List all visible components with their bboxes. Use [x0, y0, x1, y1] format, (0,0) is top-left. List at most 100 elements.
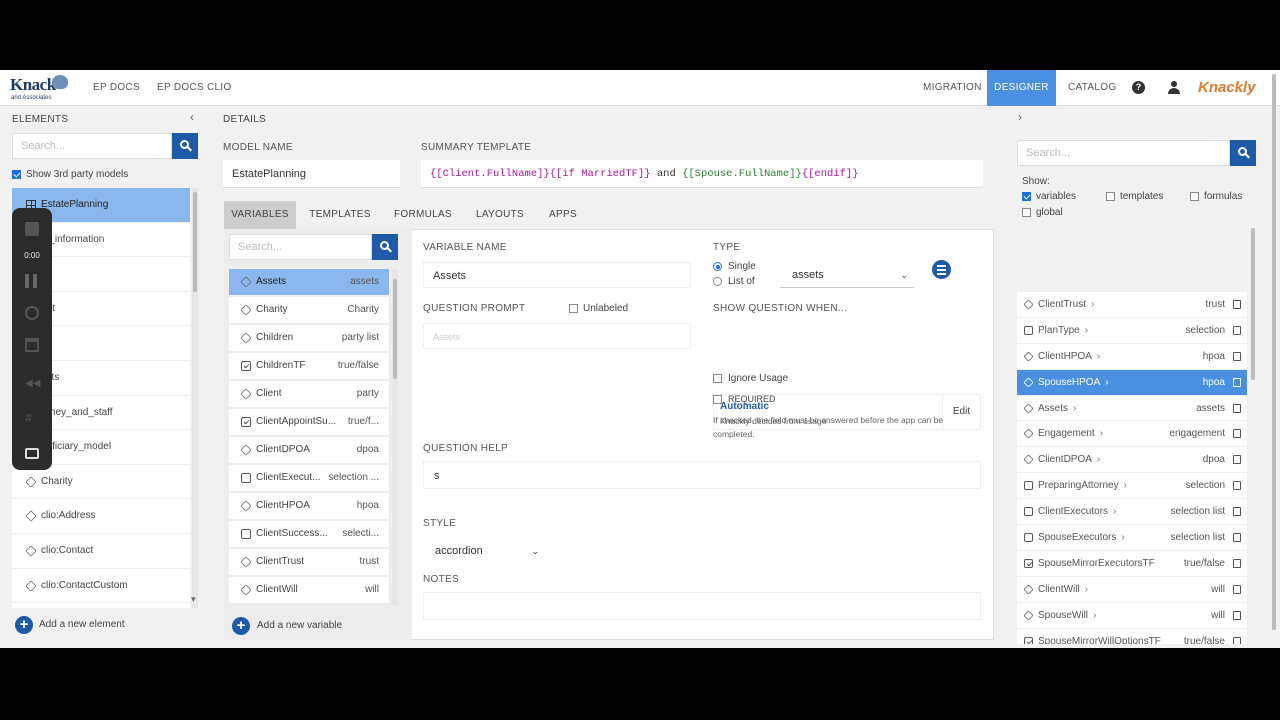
catalog-item[interactable]: SpouseHPOA › hpoa [1017, 369, 1247, 396]
catalog-item[interactable]: SpouseMirrorWillOptionsTF true/false [1017, 628, 1247, 644]
variable-item[interactable]: Children party list [229, 325, 389, 353]
collapse-right-chevron-icon[interactable]: › [1018, 110, 1022, 124]
catalog-item[interactable]: PreparingAttorney › selection [1017, 473, 1247, 500]
variable-item[interactable]: ChildrenTF true/false [229, 353, 389, 381]
copy-icon[interactable] [1233, 584, 1241, 594]
catalog-item[interactable]: PlanType › selection [1017, 317, 1247, 344]
catalog-item[interactable]: SpouseExecutors › selection list [1017, 525, 1247, 551]
style-select[interactable]: accordion ⌄ [423, 538, 545, 564]
elements-search-button[interactable] [172, 133, 198, 159]
type-menu-icon[interactable] [932, 260, 951, 279]
copy-icon[interactable] [1233, 403, 1241, 413]
add-variable-icon[interactable]: + [232, 617, 250, 635]
question-prompt-input[interactable]: Assets [423, 323, 691, 349]
chevron-right-icon[interactable]: › [1085, 325, 1088, 336]
add-variable-button[interactable]: Add a new variable [257, 620, 342, 631]
variable-item[interactable]: ClientExecut... selection ... [229, 465, 389, 493]
show-3rd-party-checkbox[interactable] [12, 170, 21, 179]
type-select[interactable]: assets ⌄ [780, 262, 914, 288]
user-icon[interactable] [1168, 81, 1180, 95]
right-scrollbar[interactable] [1250, 224, 1256, 642]
chevron-right-icon[interactable]: › [1105, 377, 1108, 388]
copy-icon[interactable] [1233, 455, 1241, 465]
copy-icon[interactable] [1233, 377, 1241, 387]
copy-icon[interactable] [1233, 533, 1241, 543]
model-name-input[interactable]: EstatePlanning [223, 160, 400, 188]
list-of-radio[interactable] [713, 277, 722, 286]
tab-formulas[interactable]: FORMULAS [388, 201, 458, 229]
nav-ep-docs[interactable]: EP DOCS [93, 70, 140, 106]
nav-catalog[interactable]: CATALOG [1068, 70, 1116, 106]
variable-item[interactable]: ClientDPOA dpoa [229, 437, 389, 465]
variable-item[interactable]: Client party [229, 381, 389, 409]
chevron-right-icon[interactable]: › [1097, 351, 1100, 362]
knack-logo[interactable]: Knack and Associates [10, 75, 70, 101]
summary-template-input[interactable]: {[Client.FullName]}{[if MarriedTF]} and … [421, 160, 983, 188]
element-item[interactable]: clio:Contact [12, 534, 190, 569]
unlabeled-checkbox[interactable] [569, 304, 578, 313]
variables-search-input[interactable]: Search... [229, 234, 372, 260]
catalog-item[interactable]: Engagement › engagement [1017, 421, 1247, 448]
elements-search-input[interactable]: Search... [12, 133, 172, 159]
tab-apps[interactable]: APPS [542, 201, 584, 229]
variables-scrollbar[interactable] [392, 269, 398, 605]
collapse-left-chevron-icon[interactable]: ‹ [190, 110, 194, 124]
single-radio[interactable] [713, 262, 722, 271]
catalog-item[interactable]: Assets › assets [1017, 395, 1247, 422]
chevron-right-icon[interactable]: › [1093, 610, 1096, 621]
camera-icon[interactable] [25, 448, 39, 459]
ignore-usage-checkbox[interactable] [713, 374, 722, 383]
filter-templates-checkbox[interactable] [1106, 192, 1115, 201]
right-search-button[interactable] [1230, 140, 1256, 166]
question-help-input[interactable]: s [423, 461, 981, 489]
elements-scrollbar[interactable] [192, 188, 198, 608]
chevron-right-icon[interactable]: › [1073, 403, 1076, 414]
variable-item[interactable]: Assets assets [229, 269, 389, 297]
tab-variables[interactable]: VARIABLES [224, 201, 296, 229]
element-item[interactable]: clio:ContactCustom [12, 569, 190, 604]
catalog-item[interactable]: ClientHPOA › hpoa [1017, 343, 1247, 370]
variables-search-button[interactable] [372, 234, 398, 260]
variable-item[interactable]: ClientSuccess... selecti... [229, 521, 389, 549]
chevron-right-icon[interactable]: › [1091, 299, 1094, 310]
trash-icon[interactable] [25, 338, 39, 352]
pause-icon[interactable] [25, 274, 37, 288]
nav-ep-docs-clio[interactable]: EP DOCS CLIO [157, 70, 232, 106]
grid-icon[interactable]: # [25, 410, 39, 425]
variable-item[interactable]: ClientHPOA hpoa [229, 493, 389, 521]
notes-input[interactable] [423, 592, 981, 620]
copy-icon[interactable] [1233, 325, 1241, 335]
copy-icon[interactable] [1233, 429, 1241, 439]
chevron-right-icon[interactable]: › [1113, 506, 1116, 517]
catalog-item[interactable]: ClientTrust › trust [1017, 292, 1247, 318]
page-scrollbar[interactable] [1271, 70, 1277, 640]
catalog-item[interactable]: SpouseWill › will [1017, 602, 1247, 629]
variable-name-input[interactable]: Assets [423, 262, 691, 288]
rewind-icon[interactable]: ◀◀ [25, 378, 40, 392]
nav-migration[interactable]: MIGRATION [923, 70, 982, 106]
chevron-right-icon[interactable]: › [1100, 428, 1103, 439]
catalog-item[interactable]: ClientWill › will [1017, 576, 1247, 603]
chevron-right-icon[interactable]: › [1121, 532, 1124, 543]
catalog-item[interactable]: SpouseMirrorExecutorsTF true/false [1017, 550, 1247, 577]
nav-designer[interactable]: DESIGNER [987, 70, 1056, 106]
variable-item[interactable]: ClientWill will [229, 577, 389, 605]
variable-item[interactable]: ClientTrust trust [229, 549, 389, 577]
restart-icon[interactable] [25, 306, 39, 320]
right-search-input[interactable]: Search... [1017, 140, 1230, 166]
copy-icon[interactable] [1233, 481, 1241, 491]
catalog-item[interactable]: ClientExecutors › selection list [1017, 499, 1247, 526]
variable-item[interactable]: Charity Charity [229, 297, 389, 325]
catalog-item[interactable]: ClientDPOA › dpoa [1017, 447, 1247, 474]
required-checkbox[interactable] [713, 395, 722, 404]
add-element-icon[interactable]: + [15, 616, 33, 634]
element-item[interactable]: clio:Address [12, 499, 190, 534]
copy-icon[interactable] [1233, 610, 1241, 620]
copy-icon[interactable] [1233, 558, 1241, 568]
copy-icon[interactable] [1233, 300, 1241, 309]
chevron-right-icon[interactable]: › [1085, 584, 1088, 595]
stop-icon[interactable] [25, 222, 39, 236]
copy-icon[interactable] [1233, 636, 1241, 644]
filter-variables-checkbox[interactable] [1022, 192, 1031, 201]
tab-templates[interactable]: TEMPLATES [304, 201, 376, 229]
